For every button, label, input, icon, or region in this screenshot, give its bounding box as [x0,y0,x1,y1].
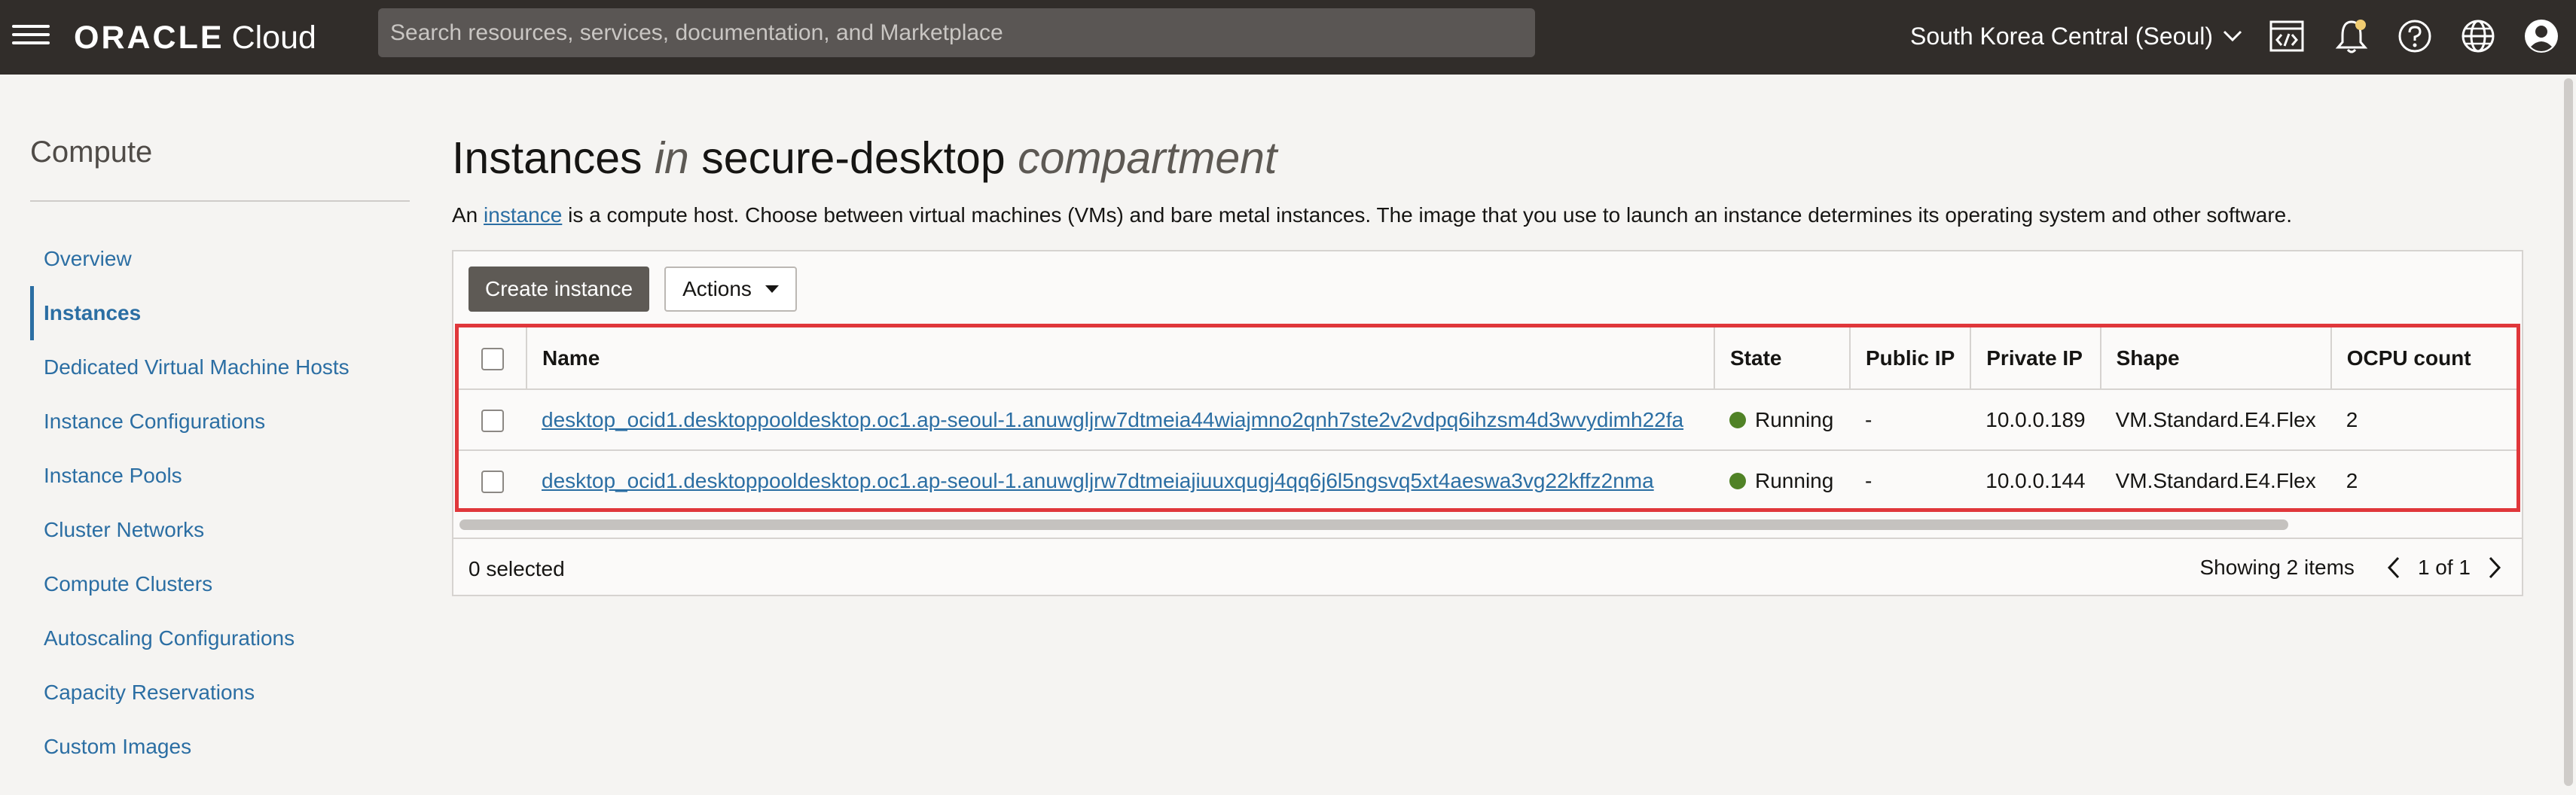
footer-divider [453,538,2522,539]
page-title: Instances in secure-desktop compartment [452,132,2523,185]
running-status-dot-icon [1729,411,1746,428]
nav-item-overview[interactable]: Overview [30,232,410,286]
instances-table-highlight: Name State Public IP Private IP Shape OC… [455,324,2520,512]
nav-item-instance-configurations[interactable]: Instance Configurations [30,394,410,449]
row-select-cell [459,389,526,451]
user-icon[interactable] [2520,15,2562,57]
page-vertical-scrollbar[interactable] [2564,78,2573,786]
cloud-shell-icon[interactable] [2266,15,2308,57]
actions-label: Actions [682,277,752,300]
brand-oracle: ORACLE [74,19,224,56]
table-toolbar: Create instance Actions [469,267,797,312]
hamburger-icon[interactable] [12,20,50,53]
instance-name-link[interactable]: desktop_ocid1.desktoppooldesktop.oc1.ap-… [542,469,1654,492]
previous-page-icon[interactable] [2380,553,2407,583]
desc-suffix: is a compute host. Choose between virtua… [568,203,2293,227]
instance-doc-link[interactable]: instance [484,203,562,227]
row-state-cell: Running [1714,389,1850,451]
brand-cloud: Cloud [231,19,316,56]
row-checkbox[interactable] [481,409,504,432]
horizontal-scrollbar[interactable] [459,519,2288,530]
help-icon[interactable] [2394,15,2436,57]
column-shape[interactable]: Shape [2100,327,2332,390]
showing-items: Showing 2 items [2199,556,2355,579]
region-label: South Korea Central (Seoul) [1910,22,2213,50]
row-shape: VM.Standard.E4.Flex [2100,389,2331,451]
caret-down-icon [765,285,779,293]
select-all-checkbox[interactable] [481,347,504,370]
title-compartment-name: secure-desktop [701,133,1006,183]
column-state[interactable]: State [1714,327,1851,390]
nav-item-instance-pools[interactable]: Instance Pools [30,449,410,503]
column-ocpu-count[interactable]: OCPU count [2330,327,2516,390]
nav-item-instances[interactable]: Instances [30,286,410,340]
globe-icon[interactable] [2457,15,2499,57]
top-bar: ORACLE Cloud South Korea Central (Seoul) [0,0,2576,75]
table-row: desktop_ocid1.desktoppooldesktop.oc1.ap-… [459,450,2516,508]
nav-item-capacity-reservations[interactable]: Capacity Reservations [30,666,410,720]
create-instance-button[interactable]: Create instance [469,267,650,312]
next-page-icon[interactable] [2481,553,2508,583]
row-name-cell: desktop_ocid1.desktoppooldesktop.oc1.ap-… [526,389,1714,451]
row-public-ip: - [1850,389,1971,451]
search-box[interactable] [378,8,1535,57]
row-ocpu-count: 2 [2330,389,2516,451]
instances-panel: Create instance Actions Name State Publi… [452,250,2523,596]
row-shape: VM.Standard.E4.Flex [2115,469,2316,492]
left-nav: Compute Overview Instances Dedicated Vir… [30,136,410,774]
actions-dropdown-button[interactable]: Actions [664,267,797,312]
nav-item-autoscaling-configurations[interactable]: Autoscaling Configurations [30,611,410,666]
selected-count: 0 selected [469,557,565,580]
column-public-ip[interactable]: Public IP [1850,327,1972,390]
nav-item-cluster-networks[interactable]: Cluster Networks [30,503,410,557]
state-label: Running [1755,469,1834,492]
row-name-cell: desktop_ocid1.desktoppooldesktop.oc1.ap-… [526,450,1714,508]
instance-name-link[interactable]: desktop_ocid1.desktoppooldesktop.oc1.ap-… [542,408,1683,431]
nav-item-compute-clusters[interactable]: Compute Clusters [30,557,410,611]
row-ocpu-count: 2 [2346,469,2358,492]
row-public-ip: - [1865,469,1872,492]
main-content: Instances in secure-desktop compartment … [452,132,2523,596]
row-private-ip: 10.0.0.144 [1985,469,2086,492]
row-private-ip: 10.0.0.189 [1970,389,2101,451]
title-in: in [654,133,689,183]
search-input[interactable] [390,20,1535,46]
table-row: desktop_ocid1.desktoppooldesktop.oc1.ap-… [459,389,2516,451]
nav-title: Compute [30,136,153,169]
nav-divider [30,200,410,202]
column-private-ip[interactable]: Private IP [1970,327,2101,390]
instances-table: Name State Public IP Private IP Shape OC… [459,327,2516,508]
table-header-row: Name State Public IP Private IP Shape OC… [459,327,2516,390]
nav-item-dedicated-vm-hosts[interactable]: Dedicated Virtual Machine Hosts [30,340,410,394]
page-indicator: 1 of 1 [2417,556,2471,579]
title-instances: Instances [452,133,642,183]
column-name[interactable]: Name [526,327,1715,390]
oracle-cloud-logo[interactable]: ORACLE Cloud [74,15,316,60]
pagination: Showing 2 items 1 of 1 [2200,553,2509,583]
row-select-cell [459,450,526,508]
nav-item-custom-images[interactable]: Custom Images [30,720,410,774]
desc-prefix: An [452,203,478,227]
row-state-cell: Running [1714,450,1850,508]
chevron-down-icon [2223,30,2242,42]
select-all-header [459,327,527,390]
state-label: Running [1755,407,1834,431]
running-status-dot-icon [1729,473,1746,489]
row-checkbox[interactable] [481,471,504,494]
page-description: An instance is a compute host. Choose be… [452,203,2523,227]
bell-icon[interactable] [2330,15,2373,57]
region-selector[interactable]: South Korea Central (Seoul) [1910,14,2243,59]
title-compartment-suffix: compartment [1018,133,1277,183]
